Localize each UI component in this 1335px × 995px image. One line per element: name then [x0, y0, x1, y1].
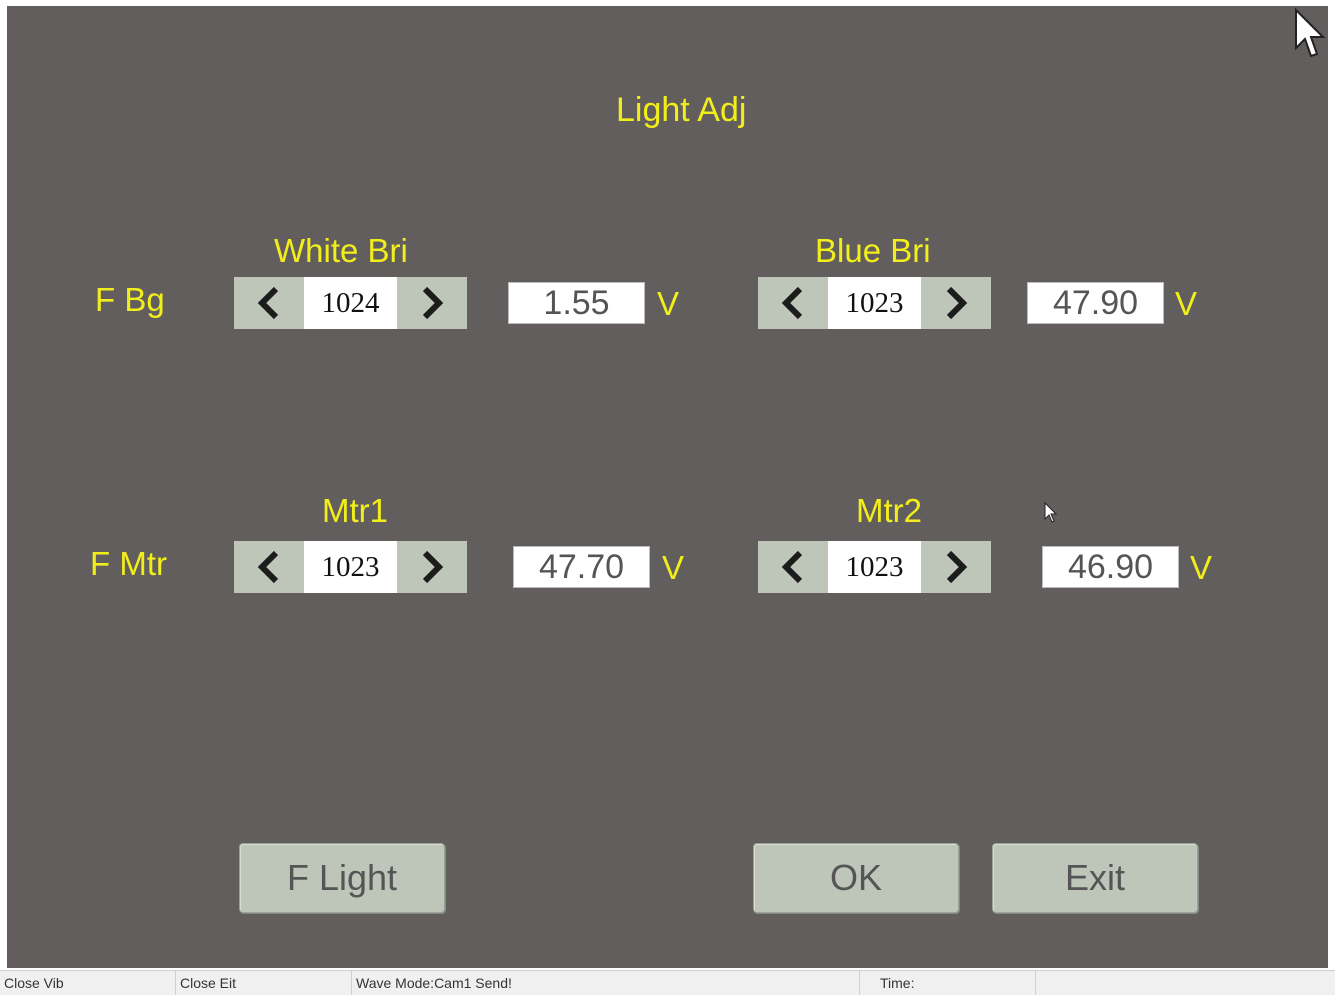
- light-adj-panel: Light Adj F Bg White Bri 1024 1.55 V Blu…: [7, 6, 1328, 968]
- blue-bri-increment-button[interactable]: [921, 277, 991, 329]
- mtr2-increment-button[interactable]: [921, 541, 991, 593]
- chevron-left-icon: [257, 550, 279, 584]
- white-bri-voltage-field[interactable]: 1.55: [508, 282, 645, 324]
- blue-bri-stepper: 1023: [758, 277, 991, 329]
- group-label-white-bri: White Bri: [274, 232, 408, 269]
- group-label-mtr2: Mtr2: [856, 492, 922, 529]
- chevron-right-icon: [946, 550, 968, 584]
- blue-bri-voltage-field[interactable]: 47.90: [1027, 282, 1164, 324]
- status-close-vib: Close Vib: [0, 971, 176, 995]
- mtr1-decrement-button[interactable]: [234, 541, 304, 593]
- chevron-right-icon: [946, 286, 968, 320]
- mtr2-voltage-field[interactable]: 46.90: [1042, 546, 1179, 588]
- mouse-cursor-icon: [1044, 502, 1058, 523]
- dialog-title: Light Adj: [616, 91, 747, 129]
- white-bri-voltage-unit: V: [657, 285, 680, 322]
- chevron-left-icon: [781, 286, 803, 320]
- mtr1-stepper: 1023: [234, 541, 467, 593]
- status-close-eit: Close Eit: [176, 971, 352, 995]
- mtr1-voltage-unit: V: [662, 549, 685, 586]
- mtr1-increment-button[interactable]: [397, 541, 467, 593]
- group-label-mtr1: Mtr1: [322, 492, 388, 529]
- blue-bri-decrement-button[interactable]: [758, 277, 828, 329]
- pointer-cursor-icon: [1295, 8, 1326, 58]
- mtr2-stepper: 1023: [758, 541, 991, 593]
- group-label-blue-bri: Blue Bri: [815, 232, 931, 269]
- chevron-right-icon: [422, 550, 444, 584]
- row-label-f-mtr: F Mtr: [90, 545, 167, 582]
- mtr2-value[interactable]: 1023: [828, 541, 921, 593]
- status-bar: Close Vib Close Eit Wave Mode:Cam1 Send!…: [0, 970, 1335, 995]
- chevron-left-icon: [781, 550, 803, 584]
- exit-button[interactable]: Exit: [992, 843, 1198, 913]
- status-time: Time:: [860, 971, 1036, 995]
- chevron-right-icon: [422, 286, 444, 320]
- white-bri-decrement-button[interactable]: [234, 277, 304, 329]
- status-wave-mode: Wave Mode:Cam1 Send!: [352, 971, 860, 995]
- status-empty-cell: [1036, 971, 1335, 995]
- blue-bri-value[interactable]: 1023: [828, 277, 921, 329]
- mtr1-value[interactable]: 1023: [304, 541, 397, 593]
- mtr2-decrement-button[interactable]: [758, 541, 828, 593]
- f-light-button[interactable]: F Light: [239, 843, 445, 913]
- blue-bri-voltage-unit: V: [1175, 285, 1198, 322]
- white-bri-value[interactable]: 1024: [304, 277, 397, 329]
- white-bri-stepper: 1024: [234, 277, 467, 329]
- ok-button[interactable]: OK: [753, 843, 959, 913]
- mtr1-voltage-field[interactable]: 47.70: [513, 546, 650, 588]
- chevron-left-icon: [257, 286, 279, 320]
- mtr2-voltage-unit: V: [1190, 549, 1213, 586]
- white-bri-increment-button[interactable]: [397, 277, 467, 329]
- row-label-f-bg: F Bg: [95, 281, 165, 318]
